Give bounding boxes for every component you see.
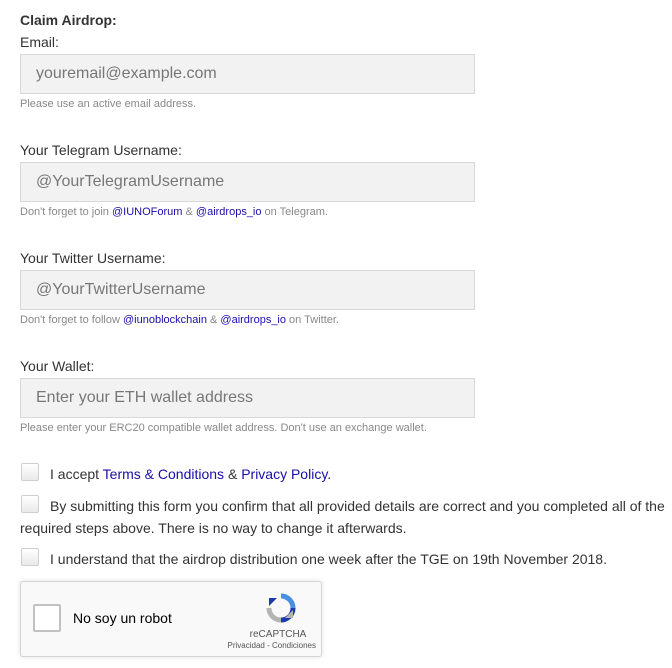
wallet-field[interactable]	[20, 378, 475, 418]
terms-text: I accept Terms & Conditions & Privacy Po…	[50, 463, 331, 485]
recaptcha-label: No soy un robot	[73, 610, 172, 626]
terms-suffix: .	[327, 466, 332, 482]
recaptcha-logo-icon	[265, 592, 297, 624]
recaptcha-terms-link[interactable]: Condiciones	[272, 641, 316, 650]
wallet-label: Your Wallet:	[20, 358, 95, 374]
terms-checkbox[interactable]	[21, 463, 39, 481]
telegram-label: Your Telegram Username:	[20, 142, 182, 158]
terms-prefix: I accept	[50, 466, 103, 482]
distribution-checkbox[interactable]	[21, 548, 39, 566]
telegram-help-join: &	[182, 206, 196, 218]
recaptcha-separator: -	[264, 641, 272, 650]
telegram-field[interactable]	[20, 162, 475, 202]
distribution-text: I understand that the airdrop distributi…	[50, 551, 607, 567]
terms-join: &	[224, 466, 242, 482]
confirm-text: By submitting this form you confirm that…	[20, 498, 665, 536]
airdrops-io-twitter-link[interactable]: @airdrops_io	[220, 314, 286, 326]
twitter-field[interactable]	[20, 270, 475, 310]
recaptcha-checkbox[interactable]	[33, 604, 61, 632]
telegram-help: Don't forget to join @IUNOForum & @airdr…	[20, 203, 328, 222]
email-field[interactable]	[20, 54, 475, 94]
form-title: Claim Airdrop:	[20, 12, 117, 28]
recaptcha-links: Privacidad - Condiciones	[211, 641, 317, 650]
recaptcha-brand: reCAPTCHA	[249, 629, 307, 640]
twitter-help-join: &	[206, 314, 221, 326]
recaptcha-widget: No soy un robot reCAPTCHA Privacidad - C…	[20, 581, 322, 657]
twitter-help-prefix: Don't forget to follow	[20, 314, 123, 326]
email-help: Please use an active email address.	[20, 98, 197, 110]
iunoforum-link[interactable]: @IUNOForum	[112, 206, 182, 218]
email-label: Email:	[20, 34, 59, 50]
terms-conditions-link[interactable]: Terms & Conditions	[103, 466, 224, 482]
twitter-help: Don't forget to follow @iunoblockchain &…	[20, 311, 339, 330]
twitter-help-suffix: on Twitter.	[286, 314, 339, 326]
airdrops-io-telegram-link[interactable]: @airdrops_io	[196, 206, 262, 218]
telegram-help-suffix: on Telegram.	[261, 206, 328, 218]
wallet-help: Please enter your ERC20 compatible walle…	[20, 422, 427, 434]
telegram-help-prefix: Don't forget to join	[20, 206, 112, 218]
iunoblockchain-link[interactable]: @iunoblockchain	[123, 314, 207, 326]
privacy-policy-link[interactable]: Privacy Policy	[241, 466, 327, 482]
recaptcha-privacy-link[interactable]: Privacidad	[228, 641, 265, 650]
twitter-label: Your Twitter Username:	[20, 250, 166, 266]
